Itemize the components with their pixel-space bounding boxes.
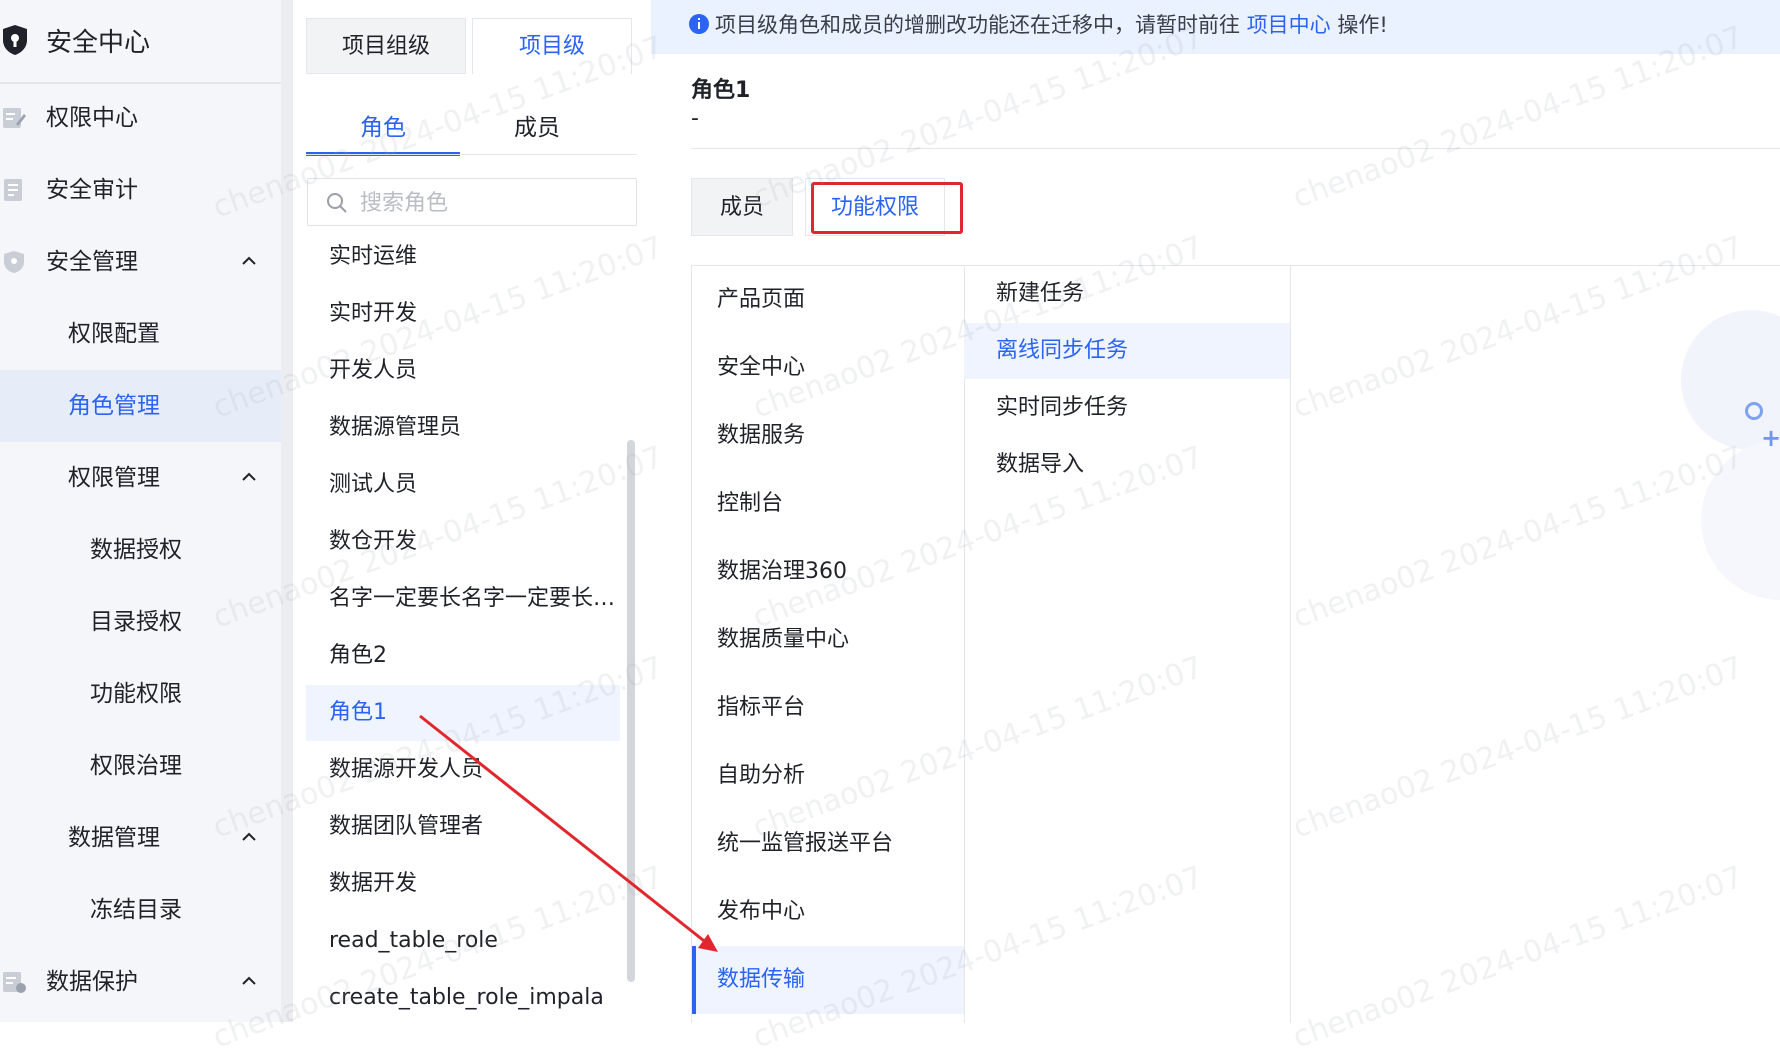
role-list-scrollbar[interactable] <box>627 440 635 982</box>
tab-project-level[interactable]: 项目级 <box>472 18 632 74</box>
security-center-logo-icon <box>3 25 27 55</box>
sidebar-item-label: 目录授权 <box>90 609 182 635</box>
sidebar: 安全中心 权限中心 安全审计 安全管理 权限配置 角色管理 权限管理 数据授权 … <box>0 0 282 1022</box>
decoration-circle-icon <box>1745 402 1763 420</box>
sidebar-item-permission-config[interactable]: 权限配置 <box>0 298 281 370</box>
role-list-item[interactable]: 开发人员 <box>306 343 620 399</box>
role-list-item[interactable]: read_table_role <box>306 913 620 969</box>
role-title: 角色1 <box>691 78 751 103</box>
sidebar-title: 安全中心 <box>46 28 151 58</box>
migration-notice: 项目级角色和成员的增删改功能还在迁移中，请暂时前往 项目中心 操作! <box>651 0 1780 54</box>
sidebar-item-label: 数据保护 <box>46 969 138 995</box>
permission-category-list: 产品页面 安全中心 数据服务 控制台 数据治理360 数据质量中心 指标平台 自… <box>692 266 965 1023</box>
role-list-item[interactable]: 实时开发 <box>306 286 620 342</box>
chevron-up-icon[interactable] <box>240 252 258 270</box>
decoration-plus-icon: + <box>1761 424 1780 452</box>
sidebar-item-security-audit[interactable]: 安全审计 <box>0 154 281 226</box>
notice-text: 项目级角色和成员的增删改功能还在迁移中，请暂时前往 项目中心 操作! <box>715 0 1388 50</box>
tab-role-members[interactable]: 成员 <box>691 178 793 236</box>
permission-category-item-selected[interactable]: 数据传输 <box>692 946 964 1014</box>
permission-subitem[interactable]: 数据导入 <box>964 437 1290 493</box>
sidebar-item-label: 角色管理 <box>68 393 160 419</box>
tab-divider <box>306 154 637 155</box>
sidebar-item-label: 数据管理 <box>68 825 160 851</box>
permission-category-item[interactable]: 自助分析 <box>692 742 964 810</box>
highlight-annotation-box <box>811 182 963 234</box>
audit-icon <box>4 179 22 201</box>
sidebar-item-frozen-catalog[interactable]: 冻结目录 <box>0 874 281 946</box>
chevron-up-icon[interactable] <box>240 468 258 486</box>
role-list-item-selected[interactable]: 角色1 <box>306 685 620 741</box>
sidebar-item-label: 权限中心 <box>46 105 138 131</box>
permission-category-item[interactable]: 统一监管报送平台 <box>692 810 964 878</box>
tab-project-group-level[interactable]: 项目组级 <box>306 18 466 74</box>
search-input[interactable] <box>358 185 622 221</box>
role-list-item[interactable]: 数据团队管理者 <box>306 799 620 855</box>
sidebar-item-data-protection[interactable]: 数据保护 <box>0 946 281 1018</box>
sidebar-item-function-permission[interactable]: 功能权限 <box>0 658 281 730</box>
role-list-item[interactable]: 数据源管理员 <box>306 400 620 456</box>
sidebar-item-label: 安全管理 <box>46 249 138 275</box>
role-list-item[interactable]: 数据开发 <box>306 856 620 912</box>
info-icon <box>689 14 709 34</box>
permission-category-item[interactable]: 数据治理360 <box>692 538 964 606</box>
sidebar-item-security-management[interactable]: 安全管理 <box>0 226 281 298</box>
data-protect-icon <box>3 972 26 993</box>
sidebar-item-role-management[interactable]: 角色管理 <box>0 370 281 442</box>
sidebar-item-label: 数据授权 <box>90 537 182 563</box>
sidebar-item-data-authorization[interactable]: 数据授权 <box>0 514 281 586</box>
role-list-item[interactable]: 角色2 <box>306 628 620 684</box>
notice-suffix: 操作! <box>1337 13 1388 37</box>
chevron-up-icon[interactable] <box>240 828 258 846</box>
sidebar-item-permission-governance[interactable]: 权限治理 <box>0 730 281 802</box>
search-icon <box>327 193 347 213</box>
role-list-item[interactable]: 测试人员 <box>306 457 620 513</box>
role-list-item[interactable]: 数仓开发 <box>306 514 620 570</box>
divider <box>691 148 1780 149</box>
sidebar-item-catalog-authorization[interactable]: 目录授权 <box>0 586 281 658</box>
role-list-panel: 项目组级 项目级 角色 成员 实时运维 实时开发 开发人员 数据源管理员 测试人… <box>293 0 652 1022</box>
permission-icon <box>3 108 26 128</box>
role-detail-panel: 项目级角色和成员的增删改功能还在迁移中，请暂时前往 项目中心 操作! 角色1 -… <box>651 0 1780 1023</box>
permission-category-item[interactable]: 数据服务 <box>692 402 964 470</box>
role-list-item[interactable]: 名字一定要长名字一定要长名字一定要长 <box>306 571 620 627</box>
sidebar-item-label: 权限治理 <box>90 753 182 779</box>
sidebar-item-label: 权限配置 <box>68 321 160 347</box>
shield-icon <box>4 251 24 273</box>
sidebar-item-label: 权限管理 <box>68 465 160 491</box>
permission-subitem[interactable]: 新建任务 <box>964 266 1290 322</box>
permission-category-item[interactable]: 安全中心 <box>692 334 964 402</box>
sidebar-item-label: 安全审计 <box>46 177 138 203</box>
sidebar-item-label: 冻结目录 <box>90 897 182 923</box>
tab-members[interactable]: 成员 <box>460 100 614 156</box>
tab-roles[interactable]: 角色 <box>306 100 460 156</box>
role-list-item[interactable]: 实时运维 <box>306 229 620 285</box>
permission-category-item[interactable]: 数据质量中心 <box>692 606 964 674</box>
sidebar-item-data-management[interactable]: 数据管理 <box>0 802 281 874</box>
permission-category-item[interactable]: 发布中心 <box>692 878 964 946</box>
permission-subitem[interactable]: 实时同步任务 <box>964 380 1290 436</box>
sidebar-item-permission-management[interactable]: 权限管理 <box>0 442 281 514</box>
role-description: - <box>691 106 699 131</box>
role-list-item[interactable]: 数据源开发人员 <box>306 742 620 798</box>
sidebar-item-permission-center[interactable]: 权限中心 <box>0 82 281 154</box>
role-list-item[interactable]: create_table_role_impala <box>306 970 620 1026</box>
permission-subitem-selected[interactable]: 离线同步任务 <box>964 323 1290 379</box>
permission-subitem-list: 新建任务 离线同步任务 实时同步任务 数据导入 <box>964 266 1291 1023</box>
permission-category-item[interactable]: 控制台 <box>692 470 964 538</box>
sidebar-divider <box>281 0 293 1022</box>
permission-tree: 产品页面 安全中心 数据服务 控制台 数据治理360 数据质量中心 指标平台 自… <box>691 265 1780 1023</box>
project-center-link[interactable]: 项目中心 <box>1247 13 1331 37</box>
notice-prefix: 项目级角色和成员的增删改功能还在迁移中，请暂时前往 <box>715 13 1240 37</box>
permission-category-item[interactable]: 指标平台 <box>692 674 964 742</box>
permission-category-item[interactable]: 产品页面 <box>692 266 964 334</box>
chevron-up-icon[interactable] <box>240 972 258 990</box>
role-search[interactable] <box>307 178 637 226</box>
sidebar-item-label: 功能权限 <box>90 681 182 707</box>
sidebar-header: 安全中心 <box>0 0 281 84</box>
